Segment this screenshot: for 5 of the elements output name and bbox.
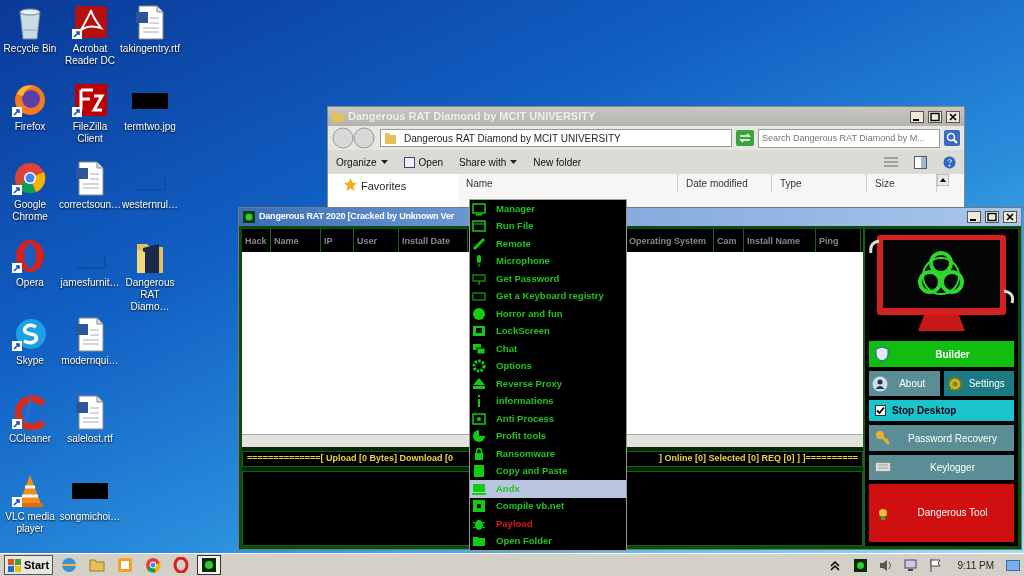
clock: 9:11 PM <box>956 558 995 573</box>
window-title: Dangerous RAT Diamond by MCIT UNIVERSITY <box>348 109 597 125</box>
status-text: ] Online [0] Selected [0] REQ [0] ] ]========== <box>658 452 858 466</box>
status-text: ==============[ Upload [0 Bytes] Download [0 <box>247 452 454 466</box>
address-text: Dangerous RAT Diamond by MCIT UNIVERSITY <box>404 131 621 146</box>
